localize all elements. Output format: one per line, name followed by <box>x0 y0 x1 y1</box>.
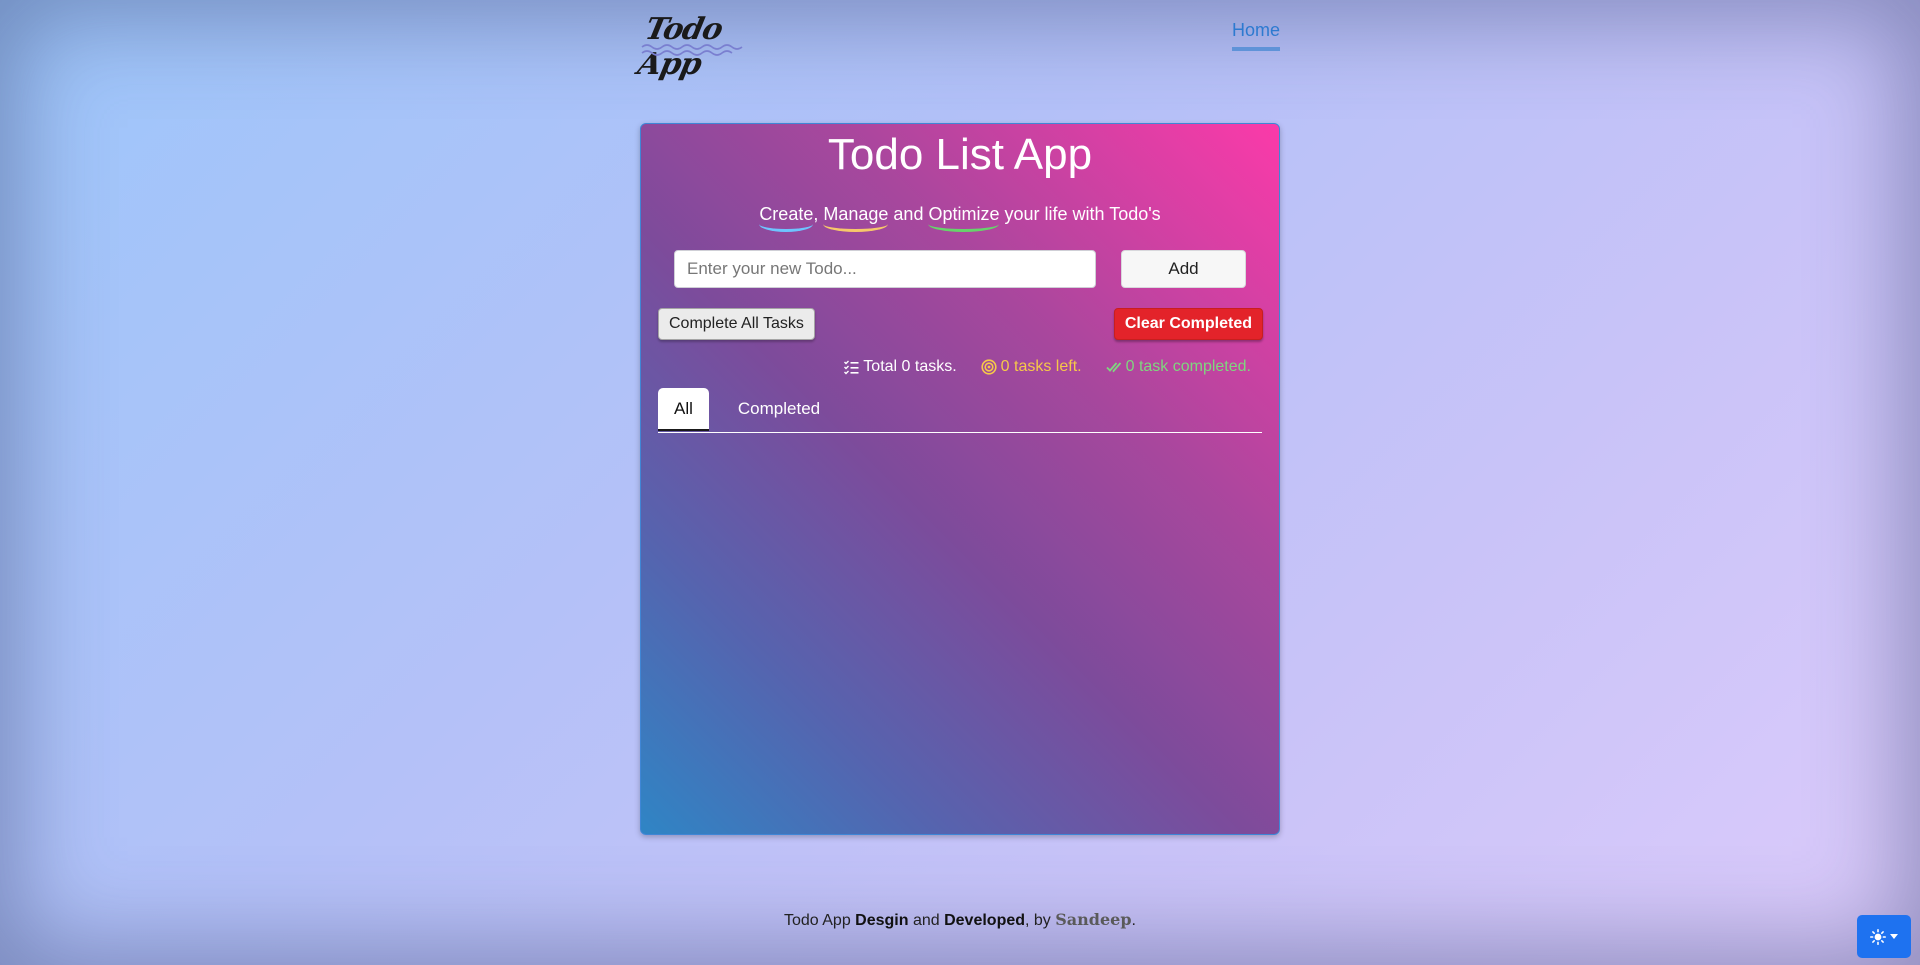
tab-all[interactable]: All <box>658 388 709 431</box>
brand-logo[interactable]: Todo App <box>635 10 780 82</box>
footer-text-2: and <box>908 912 945 929</box>
tagline-create: Create <box>759 204 814 232</box>
footer-text-1: Todo App <box>783 912 856 929</box>
stat-completed: 0 task completed. <box>1105 358 1251 376</box>
footer-author: Sandeep <box>1055 910 1132 929</box>
tagline-sep1: , <box>813 204 824 224</box>
footer-bold-design: Desgin <box>855 912 909 929</box>
checklist-icon <box>844 360 859 375</box>
todo-card: Todo List App Create, Manage and Optimiz… <box>640 123 1280 835</box>
sun-icon <box>1870 928 1886 945</box>
caret-down-icon <box>1890 933 1898 939</box>
navbar: Todo App Home <box>635 0 1280 82</box>
new-todo-input[interactable] <box>674 250 1096 288</box>
footer-text-4: . <box>1131 912 1136 929</box>
nav-home-link[interactable]: Home <box>1231 20 1280 51</box>
tagline-optimize: Optimize <box>928 204 1000 232</box>
clear-completed-button[interactable]: Clear Completed <box>1113 308 1263 340</box>
stat-total-text: Total 0 tasks. <box>863 358 957 375</box>
double-check-icon <box>1105 362 1121 373</box>
target-icon <box>981 359 997 375</box>
tagline: Create, Manage and Optimize your life wi… <box>641 204 1279 232</box>
stat-total: Total 0 tasks. <box>843 358 957 376</box>
complete-all-tasks-button[interactable]: Complete All Tasks <box>658 308 815 340</box>
brand-waves-icon <box>641 44 743 56</box>
footer-bold-developed: Developed <box>944 912 1026 929</box>
task-stats: Total 0 tasks. 0 tasks left. 0 task comp… <box>843 358 1251 376</box>
tagline-sep2: and <box>888 204 929 224</box>
add-todo-button[interactable]: Add <box>1121 250 1246 288</box>
card-title: Todo List App <box>827 130 1093 179</box>
filter-tabs: All Completed <box>658 388 1262 433</box>
tagline-rest: your life with Todo's <box>999 204 1161 224</box>
footer: Todo App Desgin and Developed, by Sandee… <box>0 910 1920 930</box>
tab-completed[interactable]: Completed <box>728 388 830 431</box>
tagline-manage: Manage <box>823 204 889 232</box>
stat-left-text: 0 tasks left. <box>1000 358 1082 375</box>
stat-completed-text: 0 task completed. <box>1125 358 1251 375</box>
footer-text-3: , by <box>1025 912 1056 929</box>
stat-left: 0 tasks left. <box>981 358 1082 376</box>
theme-toggle-button[interactable] <box>1857 915 1911 958</box>
